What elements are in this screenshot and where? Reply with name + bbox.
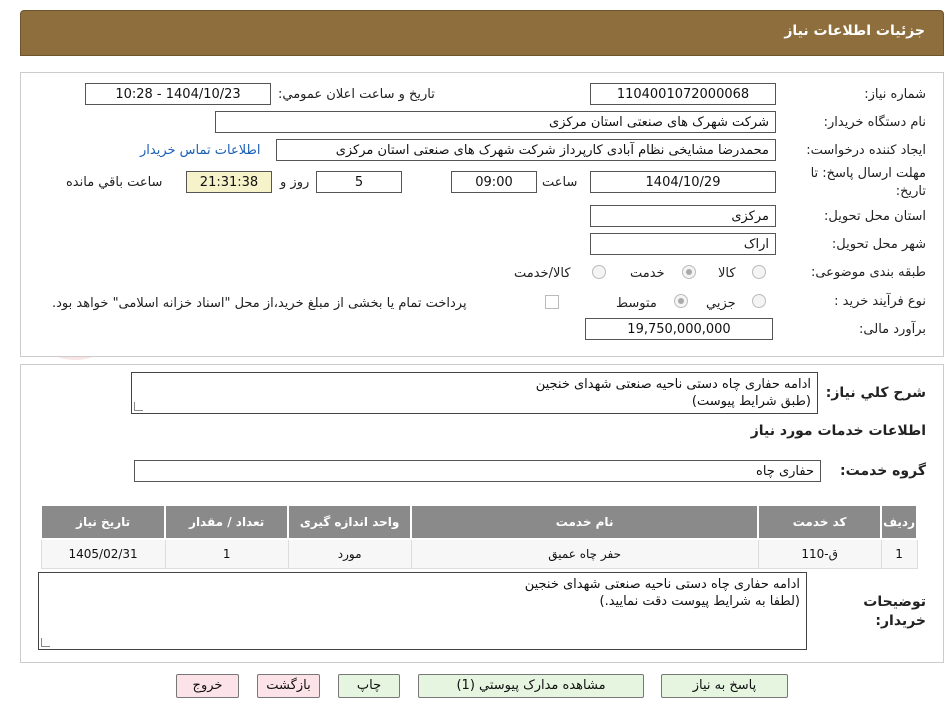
deadline-label-2: تاريخ: [895, 184, 926, 199]
buyer-notes-textarea[interactable]: ادامه حفاری چاه دستی ناحیه صنعتی شهدای خ… [38, 572, 807, 650]
remaining-time-field[interactable]: 21:31:38 [186, 171, 272, 193]
buyer-contact-link[interactable]: اطلاعات تماس خريدار [140, 143, 260, 158]
cell-service-name: حفر چاه عمیق [410, 538, 759, 569]
province-label: استان محل تحويل: [824, 209, 926, 224]
col-unit: واحد اندازه گيری [287, 504, 413, 540]
category-service-label: خدمت [630, 266, 665, 281]
need-number-label: شماره نیاز: [864, 87, 926, 102]
need-number-field[interactable]: 1104001072000068 [590, 83, 776, 105]
city-label: شهر محل تحويل: [831, 237, 926, 252]
buyer-org-label: نام دستگاه خريدار: [823, 115, 926, 130]
cell-unit: مورد [287, 538, 412, 569]
page-title: جزئیات اطلاعات نیاز [784, 23, 925, 39]
view-attachments-button[interactable]: مشاهده مدارک پيوستي (1) [418, 674, 644, 698]
category-goods-radio[interactable] [752, 265, 766, 279]
buyer-notes-line-2: (لطفا به شرایط پیوست دقت نمایید.) [599, 594, 800, 609]
cell-quantity: 1 [164, 538, 289, 569]
col-need-date: تاريخ نياز [39, 504, 167, 540]
resize-handle-icon[interactable] [41, 638, 50, 647]
col-quantity: تعداد / مقدار [164, 504, 290, 540]
process-partial-label: جزيي [706, 296, 736, 311]
process-partial-radio[interactable] [752, 294, 766, 308]
services-section-title: اطلاعات خدمات مورد نياز [750, 423, 926, 439]
col-service-code: کد خدمت [757, 504, 883, 540]
print-button[interactable]: چاپ [338, 674, 400, 698]
remaining-time-label: ساعت باقي مانده [66, 175, 163, 190]
requester-field[interactable]: محمدرضا مشایخی نظام آبادی کارپرداز شرکت … [276, 139, 776, 161]
category-service-radio[interactable] [682, 265, 696, 279]
days-label: روز و [280, 175, 310, 190]
requester-label: ايجاد کننده درخواست: [806, 143, 926, 158]
cell-need-date: 1405/02/31 [40, 538, 166, 569]
service-group-field[interactable]: حفاری چاه [134, 460, 821, 482]
buyer-org-field[interactable]: شرکت شهرک های صنعتی استان مرکزی [215, 111, 776, 133]
table-header-row: رديف کد خدمت نام خدمت واحد اندازه گيری ت… [39, 504, 918, 540]
page-header: جزئیات اطلاعات نیاز [20, 10, 944, 56]
process-medium-label: متوسط [616, 296, 657, 311]
treasury-payment-note: پرداخت تمام يا بخشی از مبلغ خريد،از محل … [52, 296, 467, 311]
buyer-notes-line-1: ادامه حفاری چاه دستی ناحیه صنعتی شهدای خ… [524, 577, 800, 592]
days-remaining-field[interactable]: 5 [316, 171, 402, 193]
back-button[interactable]: بازگشت [257, 674, 320, 698]
category-label: طبقه بندی موضوعی: [810, 265, 926, 280]
col-service-name: نام خدمت [410, 504, 760, 540]
announce-date-label: تاریخ و ساعت اعلان عمومي: [278, 87, 435, 102]
process-medium-radio[interactable] [674, 294, 688, 308]
cell-service-code: ق-110 [757, 538, 882, 569]
services-table: رديف کد خدمت نام خدمت واحد اندازه گيری ت… [39, 504, 918, 569]
deadline-label: مهلت ارسال پاسخ: تا [810, 166, 926, 181]
buyer-notes-label: توضيحات [863, 594, 926, 610]
budget-field[interactable]: 19,750,000,000 [585, 318, 773, 340]
category-both-radio[interactable] [592, 265, 606, 279]
deadline-date-field[interactable]: 1404/10/29 [590, 171, 776, 193]
treasury-payment-checkbox[interactable] [545, 295, 559, 309]
reply-button[interactable]: پاسخ به نياز [661, 674, 788, 698]
description-line-1: ادامه حفاری چاه دستی ناحیه صنعتی شهدای خ… [535, 377, 811, 392]
resize-handle-icon[interactable] [134, 402, 143, 411]
table-row[interactable]: 1 ق-110 حفر چاه عمیق مورد 1 1405/02/31 [40, 538, 918, 569]
category-both-label: کالا/خدمت [514, 266, 571, 281]
category-goods-label: کالا [718, 266, 736, 281]
deadline-time-field[interactable]: 09:00 [451, 171, 537, 193]
announce-date-field[interactable]: 1404/10/23 - 10:28 [85, 83, 271, 105]
description-textarea[interactable]: ادامه حفاری چاه دستی ناحیه صنعتی شهدای خ… [131, 372, 818, 414]
process-label: نوع فرآيند خريد : [834, 294, 926, 309]
province-field[interactable]: مرکزی [590, 205, 776, 227]
budget-label: برآورد مالی: [859, 322, 926, 337]
service-group-label: گروه خدمت: [840, 463, 926, 479]
deadline-time-label: ساعت [542, 175, 578, 190]
cell-row-number: 1 [880, 538, 918, 569]
exit-button[interactable]: خروج [176, 674, 239, 698]
description-line-2: (طبق شرایط پیوست) [691, 394, 811, 409]
description-label: شرح کلي نياز: [825, 385, 926, 401]
buyer-notes-label-2: خريدار: [875, 613, 926, 629]
col-row-number: رديف [880, 504, 918, 540]
city-field[interactable]: اراک [590, 233, 776, 255]
